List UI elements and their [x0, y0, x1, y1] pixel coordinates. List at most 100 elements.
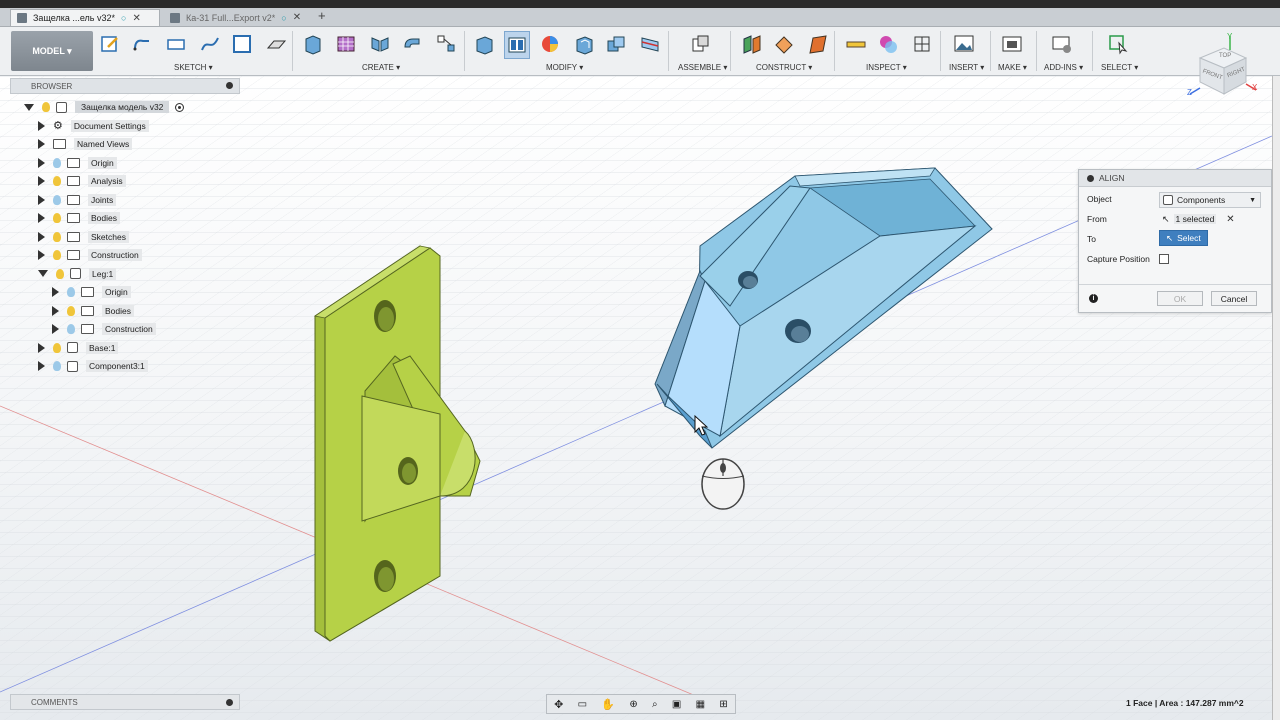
pattern-icon[interactable] — [434, 31, 458, 57]
browser-item[interactable]: Origin — [52, 285, 131, 299]
scripts-addins-icon[interactable] — [1050, 31, 1074, 57]
browser-item[interactable]: Base:1 — [38, 341, 119, 355]
midplane-icon[interactable] — [806, 31, 830, 57]
insert-menu[interactable]: INSERT ▾ — [949, 63, 984, 72]
pan-icon[interactable]: ✋ — [601, 698, 615, 711]
collapsed-arrow-icon[interactable] — [52, 305, 59, 316]
construct-menu[interactable]: CONSTRUCT ▾ — [756, 63, 812, 72]
collapse-icon[interactable] — [1087, 174, 1094, 182]
mirror-icon[interactable] — [368, 31, 392, 57]
comments-panel[interactable]: COMMENTS — [10, 694, 240, 710]
visibility-bulb-icon[interactable] — [53, 194, 61, 205]
collapsed-arrow-icon[interactable] — [38, 342, 45, 353]
addins-menu[interactable]: ADD-INS ▾ — [1044, 63, 1083, 72]
browser-item[interactable]: Защелка модель v32 — [24, 100, 185, 114]
line-icon[interactable] — [130, 31, 154, 57]
viewcube-face-top[interactable]: TOP — [1219, 53, 1231, 59]
collapsed-arrow-icon[interactable] — [38, 176, 45, 186]
collapsed-arrow-icon[interactable] — [38, 250, 45, 260]
make-menu[interactable]: MAKE ▾ — [998, 63, 1027, 72]
browser-item[interactable]: Construction — [52, 322, 156, 336]
appearance-icon[interactable] — [538, 31, 562, 57]
expanded-arrow-icon[interactable] — [38, 270, 48, 277]
expanded-arrow-icon[interactable] — [24, 103, 34, 111]
section-analysis-icon[interactable] — [910, 31, 934, 57]
collapsed-arrow-icon[interactable] — [52, 324, 59, 334]
browser-item[interactable]: Bodies — [52, 304, 134, 318]
fillet-icon[interactable] — [504, 31, 530, 59]
browser-item[interactable]: Construction — [38, 248, 142, 262]
create-menu[interactable]: CREATE ▾ — [362, 63, 400, 72]
browser-item[interactable]: Bodies — [38, 211, 120, 225]
capture-position-checkbox[interactable] — [1159, 252, 1169, 266]
spline-icon[interactable] — [198, 31, 222, 57]
collapsed-arrow-icon[interactable] — [38, 120, 45, 131]
grid-settings-icon[interactable]: ▦ — [696, 699, 705, 710]
sketch-menu[interactable]: SKETCH ▾ — [174, 63, 213, 72]
collapsed-arrow-icon[interactable] — [38, 231, 45, 242]
visibility-bulb-icon[interactable] — [53, 213, 61, 223]
browser-item[interactable]: Joints — [38, 193, 117, 207]
ok-button[interactable]: OK — [1157, 291, 1203, 306]
collapsed-arrow-icon[interactable] — [38, 361, 45, 371]
shell-icon[interactable] — [572, 31, 596, 57]
orbit-icon[interactable]: ✥ — [554, 698, 563, 711]
plane-icon[interactable] — [264, 31, 288, 57]
browser-item[interactable]: Component3:1 — [38, 359, 148, 373]
interference-icon[interactable] — [876, 31, 900, 57]
to-selection[interactable]: ↖ Select — [1159, 230, 1208, 246]
collapsed-arrow-icon[interactable] — [38, 139, 45, 149]
measure-icon[interactable] — [844, 31, 868, 57]
from-selection[interactable]: ↖ 1 selected ✕ — [1159, 212, 1235, 226]
tab-zashchelka[interactable]: Защелка ...ель v32* ○ ✕ — [10, 9, 160, 26]
browser-item[interactable]: Origin — [38, 156, 117, 170]
inspect-menu[interactable]: INSPECT ▾ — [866, 63, 907, 72]
select-icon[interactable] — [1106, 31, 1130, 57]
add-comment-icon[interactable] — [226, 699, 233, 706]
split-face-icon[interactable] — [638, 31, 662, 57]
visibility-bulb-icon[interactable] — [67, 287, 75, 297]
visibility-bulb-icon[interactable] — [53, 176, 61, 186]
new-tab-icon[interactable]: + — [318, 8, 326, 23]
3d-print-icon[interactable] — [1000, 31, 1024, 57]
zoom-icon[interactable]: ⊕ — [629, 699, 637, 710]
visibility-bulb-icon[interactable] — [42, 102, 50, 112]
pipe-icon[interactable] — [400, 31, 424, 57]
insert-image-icon[interactable] — [952, 31, 976, 57]
browser-header[interactable]: BROWSER — [10, 78, 240, 94]
assemble-menu[interactable]: ASSEMBLE ▾ — [678, 63, 727, 72]
tab-ka31[interactable]: Ка-31 Full...Export v2* ○ ✕ — [164, 9, 314, 26]
new-component-icon[interactable] — [688, 31, 712, 57]
create-sketch-icon[interactable] — [98, 31, 122, 57]
browser-item[interactable]: ⚙ Document Settings — [38, 119, 149, 133]
collapsed-arrow-icon[interactable] — [52, 287, 59, 297]
cancel-button[interactable]: Cancel — [1211, 291, 1257, 306]
close-tab-icon[interactable]: ✕ — [132, 13, 140, 24]
display-settings-icon[interactable]: ▣ — [672, 699, 681, 710]
polygon-icon[interactable] — [230, 31, 254, 57]
browser-item[interactable]: Analysis — [38, 174, 126, 188]
info-icon[interactable]: i — [1089, 294, 1098, 303]
visibility-bulb-icon[interactable] — [53, 157, 61, 168]
checkbox-box[interactable] — [1159, 254, 1169, 264]
extrude-icon[interactable] — [300, 31, 324, 57]
modify-menu[interactable]: MODIFY ▾ — [546, 63, 583, 72]
clear-selection-icon[interactable]: ✕ — [1226, 214, 1234, 225]
look-at-icon[interactable]: ▭ — [578, 699, 587, 710]
to-select-button[interactable]: ↖ Select — [1159, 230, 1208, 246]
collapsed-arrow-icon[interactable] — [38, 157, 45, 168]
offset-plane-icon[interactable] — [740, 31, 764, 57]
activate-radio-icon[interactable] — [175, 102, 185, 112]
plane-at-angle-icon[interactable] — [772, 31, 796, 57]
collapsed-arrow-icon[interactable] — [38, 213, 45, 223]
visibility-bulb-icon[interactable] — [53, 342, 61, 353]
pin-icon[interactable] — [226, 82, 233, 89]
workspace-model-button[interactable]: MODEL ▾ — [11, 31, 93, 71]
visibility-bulb-icon[interactable] — [56, 268, 64, 279]
visibility-bulb-icon[interactable] — [53, 231, 61, 242]
rectangle-icon[interactable] — [164, 31, 188, 57]
browser-item[interactable]: Sketches — [38, 230, 129, 244]
viewports-icon[interactable]: ⊞ — [719, 699, 727, 710]
object-select[interactable]: Components ▼ — [1159, 192, 1261, 208]
visibility-bulb-icon[interactable] — [53, 250, 61, 260]
